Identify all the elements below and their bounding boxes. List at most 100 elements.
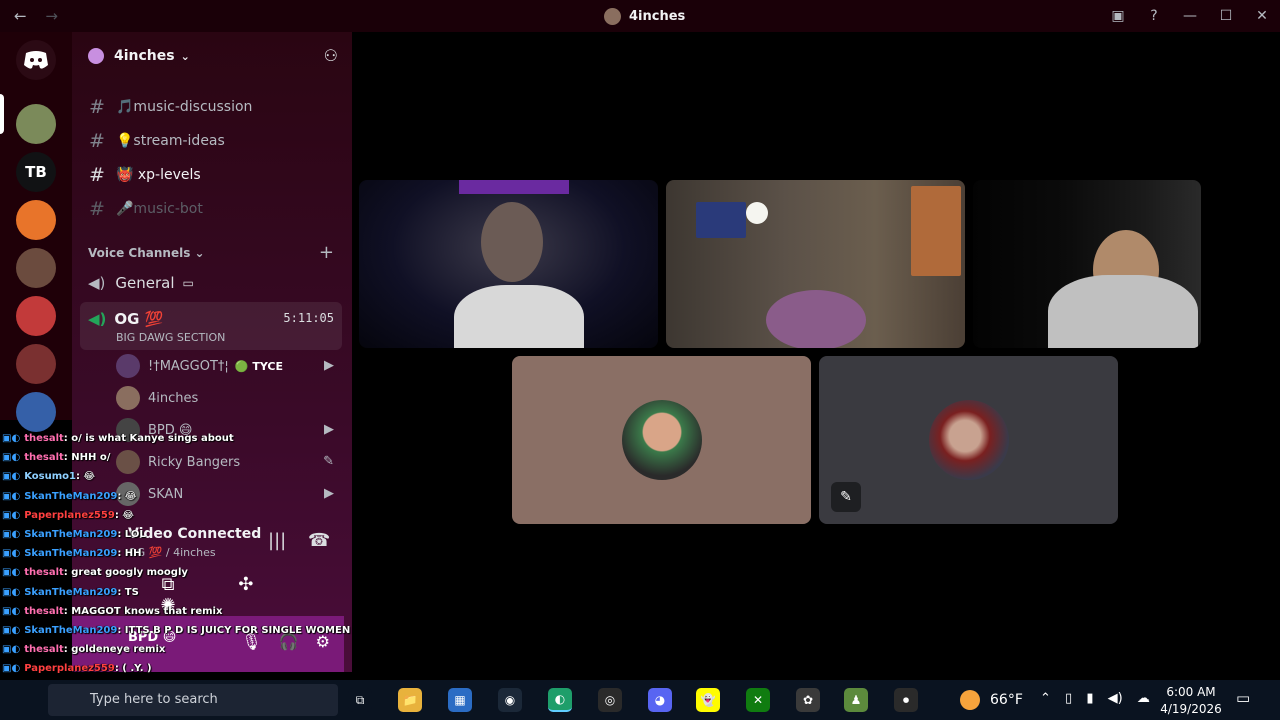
chat-username: thesalt (24, 605, 64, 617)
chat-bubble-icon: ▭ (182, 276, 194, 290)
chat-message: ▣◐ thesalt: o/ is what Kanye sings about (2, 433, 234, 444)
avatar (116, 354, 140, 378)
video-tile-1[interactable] (359, 180, 658, 348)
chat-text: : TS (117, 586, 139, 598)
voice-channels-header[interactable]: Voice Channels ⌄ (88, 246, 205, 260)
text-channel[interactable]: # 🎵music-discussion (88, 94, 252, 120)
add-channel-icon[interactable]: + (319, 242, 334, 263)
discord-icon[interactable]: ◕ (648, 688, 672, 712)
poster (911, 186, 961, 276)
lamp (746, 202, 768, 224)
badge-icon: ▣◐ (2, 663, 21, 675)
server-icon[interactable]: TB (16, 152, 56, 192)
speaker-active-icon: ◀) (88, 310, 107, 328)
help-icon[interactable]: ? (1136, 8, 1172, 24)
hash-icon: # (89, 96, 105, 118)
participant-avatar (622, 400, 702, 480)
task-view-icon[interactable]: ⧉ (348, 688, 372, 712)
game-icon[interactable]: ✿ (796, 688, 820, 712)
chat-message: ▣◐ thesalt: goldeneye remix (2, 644, 165, 655)
volume-icon[interactable]: ◀) (1108, 691, 1123, 706)
chat-message: ▣◐ thesalt: NHH o/ (2, 452, 110, 463)
video-tile-2[interactable] (666, 180, 965, 348)
badge-icon: ▣◐ (2, 509, 21, 521)
channel-name: 🎤music-bot (116, 201, 203, 217)
steam-icon[interactable]: ◉ (498, 688, 522, 712)
tablet-icon[interactable]: ▯ (1065, 691, 1072, 706)
invite-people-icon[interactable]: ⚇ (324, 46, 338, 65)
video-tile-3[interactable] (973, 180, 1201, 348)
taskbar-search[interactable]: Type here to search (48, 684, 338, 716)
xbox-icon[interactable]: ✕ (746, 688, 770, 712)
server-icon[interactable] (16, 392, 56, 432)
recorder-icon[interactable]: ⏺ (894, 688, 918, 712)
close-button[interactable]: ✕ (1244, 8, 1280, 24)
badge-icon: ▣◐ (2, 605, 21, 617)
chat-username: SkanTheMan209 (24, 586, 118, 598)
hash-icon: # (89, 130, 105, 152)
badge-icon: ▣◐ (2, 529, 21, 540)
video-tile-5[interactable]: ✎ (819, 356, 1118, 524)
text-channel[interactable]: # 🎤music-bot (88, 196, 203, 222)
video-tile-4[interactable] (512, 356, 811, 524)
edge-icon[interactable]: ◐ (548, 688, 572, 712)
chat-username: SkanTheMan209 (24, 548, 118, 560)
snapchat-icon[interactable]: 👻 (696, 688, 720, 712)
noise-suppression-icon[interactable]: ||| (268, 530, 286, 551)
store-icon[interactable]: ▦ (448, 688, 472, 712)
chevron-down-icon: ⌄ (180, 49, 190, 63)
chat-message: ▣◐ SkanTheMan209: TS (2, 587, 139, 598)
forward-arrow-icon[interactable]: → (45, 7, 58, 25)
activity-button[interactable]: ✣ (210, 574, 282, 595)
hash-icon: # (89, 164, 105, 186)
network-icon[interactable]: ☁ (1137, 691, 1150, 706)
chat-username: thesalt (24, 433, 64, 444)
file-explorer-icon[interactable]: 📁 (398, 688, 422, 712)
hash-icon: # (89, 198, 105, 220)
server-icon[interactable] (16, 248, 56, 288)
voice-member[interactable]: !†MAGGOT†¦ 🟢 TYCE (116, 354, 283, 378)
back-arrow-icon[interactable]: ← (14, 7, 27, 25)
usb-icon[interactable]: ▮ (1086, 691, 1093, 706)
chat-username: Paperplanez559 (24, 663, 115, 675)
chat-message: ▣◐ SkanTheMan209: 😂 (2, 491, 137, 502)
avatar (116, 386, 140, 410)
chat-text: : 😂 (75, 471, 96, 483)
obs-icon[interactable]: ◎ (598, 688, 622, 712)
minimize-button[interactable]: — (1172, 8, 1208, 24)
participant (766, 290, 866, 348)
chat-username: thesalt (24, 452, 64, 464)
voice-channel-general[interactable]: ◀) General ▭ (88, 274, 194, 292)
chat-username: thesalt (24, 567, 64, 579)
channel-name: 🎵music-discussion (116, 99, 253, 115)
text-channel[interactable]: # 💡stream-ideas (88, 128, 225, 154)
voice-member[interactable]: 4inches (116, 386, 198, 410)
chess-icon[interactable]: ♟ (844, 688, 868, 712)
taskbar-clock[interactable]: 6:00 AM 4/19/2026 (1158, 684, 1224, 718)
badge-icon: ▣◐ (2, 548, 21, 560)
avatar (116, 450, 140, 474)
server-icon[interactable] (16, 104, 56, 144)
voice-member[interactable]: Ricky Bangers (116, 450, 240, 474)
video-icon: ▶ (324, 486, 334, 501)
chevron-up-icon[interactable]: ⌃ (1040, 691, 1051, 706)
server-icon[interactable] (16, 344, 56, 384)
participant-shirt (454, 285, 584, 348)
disconnect-icon[interactable]: ☎ (308, 530, 330, 551)
badge-icon: ▣◐ (2, 471, 21, 483)
notification-icon[interactable]: ▭ (1236, 689, 1250, 707)
badge-icon: ▣◐ (2, 586, 21, 598)
active-server-pill (0, 94, 4, 134)
text-channel[interactable]: # 👹 xp-levels (88, 162, 201, 188)
participant-avatar (929, 400, 1009, 480)
server-rail: TB (0, 32, 72, 432)
maximize-button[interactable]: ☐ (1208, 8, 1244, 24)
chat-text: : goldeneye remix (63, 644, 166, 656)
guild-header[interactable]: 4inches ⌄ (88, 48, 190, 64)
chat-username: SkanTheMan209 (24, 529, 118, 540)
server-icon[interactable] (16, 200, 56, 240)
discord-logo-icon[interactable] (16, 40, 56, 80)
weather-widget[interactable]: 66°F (960, 690, 1023, 710)
server-icon[interactable] (16, 296, 56, 336)
inbox-icon[interactable]: ▣ (1100, 8, 1136, 24)
